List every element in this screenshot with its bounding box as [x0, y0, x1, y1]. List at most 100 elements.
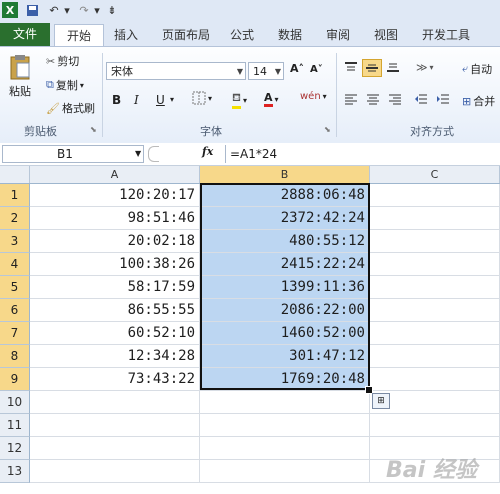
font-size-select[interactable]: 14 ▼ — [248, 62, 284, 80]
cell-a[interactable]: 86:55:55 — [30, 299, 200, 322]
tab-file[interactable]: 文件 — [0, 23, 50, 46]
redo-dropdown-icon[interactable]: ▾ — [92, 2, 102, 18]
undo-icon[interactable]: ↶ — [46, 2, 62, 18]
font-launcher-icon[interactable]: ⬊ — [324, 125, 331, 134]
tab-developer[interactable]: 开发工具 — [414, 24, 478, 46]
row-header[interactable]: 6 — [0, 299, 30, 322]
tab-page-layout[interactable]: 页面布局 — [154, 24, 218, 46]
cut-button[interactable]: ✂ 剪切 — [46, 53, 79, 69]
row-header[interactable]: 8 — [0, 345, 30, 368]
formula-bar-splitter[interactable] — [148, 146, 159, 162]
bold-button[interactable]: B — [112, 93, 121, 107]
italic-button[interactable]: I — [134, 93, 139, 107]
cell-a[interactable]: 100:38:26 — [30, 253, 200, 276]
cell-b[interactable] — [200, 414, 370, 437]
decrease-indent-button[interactable] — [414, 93, 428, 105]
shrink-font-button[interactable]: A˅ — [310, 64, 323, 75]
paste-button[interactable]: 粘贴 — [8, 53, 32, 99]
row-header[interactable]: 1 — [0, 184, 30, 207]
cell-c[interactable] — [370, 322, 500, 345]
row-header[interactable]: 7 — [0, 322, 30, 345]
underline-button[interactable]: U — [156, 93, 165, 107]
row-header[interactable]: 12 — [0, 437, 30, 460]
align-bottom-button[interactable] — [386, 61, 400, 73]
cell-c[interactable] — [370, 253, 500, 276]
grow-font-button[interactable]: A˄ — [290, 62, 304, 75]
cell-c[interactable] — [370, 345, 500, 368]
font-color-button[interactable]: A ▾ — [264, 91, 279, 107]
cell-b[interactable] — [200, 437, 370, 460]
align-center-button[interactable] — [366, 93, 380, 105]
cell-a[interactable]: 12:34:28 — [30, 345, 200, 368]
formula-input[interactable]: =A1*24 — [225, 145, 500, 163]
cell-b[interactable]: 2888:06:48 — [200, 184, 370, 207]
cell-a[interactable]: 120:20:17 — [30, 184, 200, 207]
cell-a[interactable]: 60:52:10 — [30, 322, 200, 345]
cell-b[interactable]: 1399:11:36 — [200, 276, 370, 299]
cell-a[interactable] — [30, 460, 200, 483]
cell-c[interactable] — [370, 414, 500, 437]
align-middle-button[interactable] — [362, 59, 382, 77]
tab-data[interactable]: 数据 — [272, 24, 308, 46]
cell-b[interactable]: 2372:42:24 — [200, 207, 370, 230]
cell-c[interactable] — [370, 368, 500, 391]
cell-b[interactable]: 1769:20:48 — [200, 368, 370, 391]
cell-c[interactable] — [370, 184, 500, 207]
row-header[interactable]: 9 — [0, 368, 30, 391]
column-header-b[interactable]: B — [200, 166, 370, 183]
cell-a[interactable]: 98:51:46 — [30, 207, 200, 230]
cell-a[interactable] — [30, 414, 200, 437]
cell-b[interactable] — [200, 460, 370, 483]
phonetic-button[interactable]: wén ▾ — [300, 91, 327, 102]
copy-dropdown-icon[interactable]: ▾ — [80, 81, 84, 90]
cell-c[interactable] — [370, 276, 500, 299]
select-all-corner[interactable] — [0, 166, 30, 183]
align-left-button[interactable] — [344, 93, 358, 105]
row-header[interactable]: 5 — [0, 276, 30, 299]
cell-a[interactable] — [30, 391, 200, 414]
increase-indent-button[interactable] — [436, 93, 450, 105]
cell-b[interactable]: 301:47:12 — [200, 345, 370, 368]
tab-view[interactable]: 视图 — [368, 24, 404, 46]
align-top-button[interactable] — [344, 61, 358, 73]
fill-color-button[interactable]: ⛾ ▾ — [232, 91, 247, 109]
cell-a[interactable]: 20:02:18 — [30, 230, 200, 253]
cell-c[interactable] — [370, 299, 500, 322]
cell-b[interactable]: 2086:22:00 — [200, 299, 370, 322]
cell-b[interactable]: 480:55:12 — [200, 230, 370, 253]
align-right-button[interactable] — [388, 93, 402, 105]
tab-insert[interactable]: 插入 — [108, 24, 144, 46]
tab-home[interactable]: 开始 — [54, 24, 104, 47]
auto-fill-options-icon[interactable]: ⊞ — [372, 393, 390, 409]
cell-a[interactable] — [30, 437, 200, 460]
merge-center-button[interactable]: ⊞ 合并 — [462, 93, 495, 109]
font-name-select[interactable]: 宋体 ▼ — [106, 62, 246, 80]
customize-toolbar-icon[interactable]: ⇟ — [106, 2, 118, 18]
borders-button[interactable]: ▾ — [192, 91, 212, 105]
cell-b[interactable]: 2415:22:24 — [200, 253, 370, 276]
save-icon[interactable] — [24, 2, 40, 18]
name-box-dropdown-icon[interactable]: ▼ — [135, 146, 141, 162]
column-header-c[interactable]: C — [370, 166, 500, 183]
cell-b[interactable]: 1460:52:00 — [200, 322, 370, 345]
cell-c[interactable] — [370, 207, 500, 230]
cell-c[interactable] — [370, 230, 500, 253]
cell-b[interactable] — [200, 391, 370, 414]
row-header[interactable]: 10 — [0, 391, 30, 414]
undo-dropdown-icon[interactable]: ▾ — [62, 2, 72, 18]
wrap-text-button[interactable]: ⤶ 自动 — [462, 61, 492, 77]
tab-formulas[interactable]: 公式 — [224, 24, 260, 46]
name-box[interactable]: B1 ▼ — [2, 145, 144, 163]
insert-function-icon[interactable]: fx — [202, 145, 213, 158]
format-painter-button[interactable]: 🖌 格式刷 — [46, 100, 95, 116]
row-header[interactable]: 3 — [0, 230, 30, 253]
clipboard-launcher-icon[interactable]: ⬊ — [90, 125, 97, 134]
copy-button[interactable]: ⧉ 复制 ▾ — [46, 77, 84, 93]
row-header[interactable]: 2 — [0, 207, 30, 230]
column-header-a[interactable]: A — [30, 166, 200, 183]
row-header[interactable]: 11 — [0, 414, 30, 437]
orientation-button[interactable]: ≫ ▾ — [416, 61, 434, 74]
cell-a[interactable]: 73:43:22 — [30, 368, 200, 391]
underline-dropdown-icon[interactable]: ▾ — [170, 95, 174, 104]
cell-a[interactable]: 58:17:59 — [30, 276, 200, 299]
